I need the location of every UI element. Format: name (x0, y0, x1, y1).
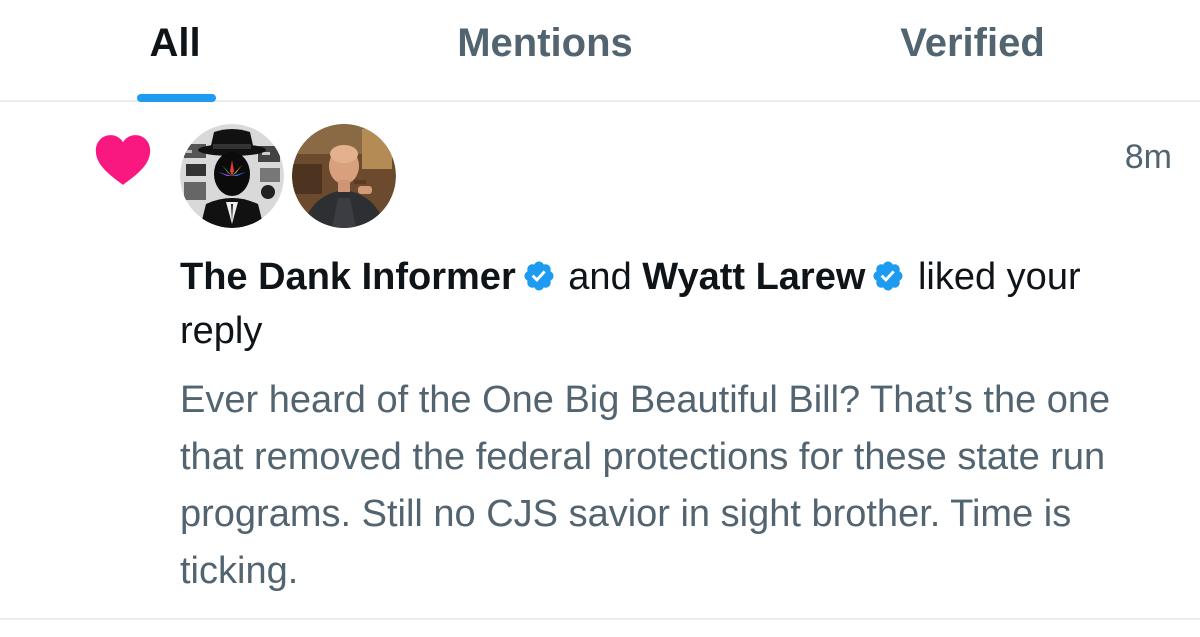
tab-verified-label: Verified (900, 21, 1045, 65)
avatar-wyatt-larew[interactable] (292, 124, 396, 228)
notification-headline: The Dank Informer and Wyatt Larew liked … (180, 250, 1170, 358)
verified-badge-icon-2 (873, 261, 903, 291)
avatar-the-dank-informer[interactable] (180, 124, 284, 228)
tab-mentions-label: Mentions (457, 21, 633, 65)
verified-badge-icon (524, 261, 554, 291)
heart-icon (95, 135, 151, 185)
notification-tabs: All Mentions Verified (0, 0, 1200, 102)
user-name-link[interactable]: The Dank Informer (180, 256, 516, 298)
connector-text: and (568, 256, 632, 298)
tab-mentions[interactable]: Mentions (390, 0, 700, 100)
reply-text[interactable]: Ever heard of the One Big Beautiful Bill… (180, 372, 1180, 600)
user-name-link-2[interactable]: Wyatt Larew (642, 256, 865, 298)
notification-timestamp: 8m (1124, 138, 1172, 176)
tab-all-label: All (149, 21, 201, 65)
tab-verified[interactable]: Verified (830, 0, 1115, 100)
tab-all[interactable]: All (110, 0, 240, 102)
active-tab-indicator (137, 94, 216, 102)
